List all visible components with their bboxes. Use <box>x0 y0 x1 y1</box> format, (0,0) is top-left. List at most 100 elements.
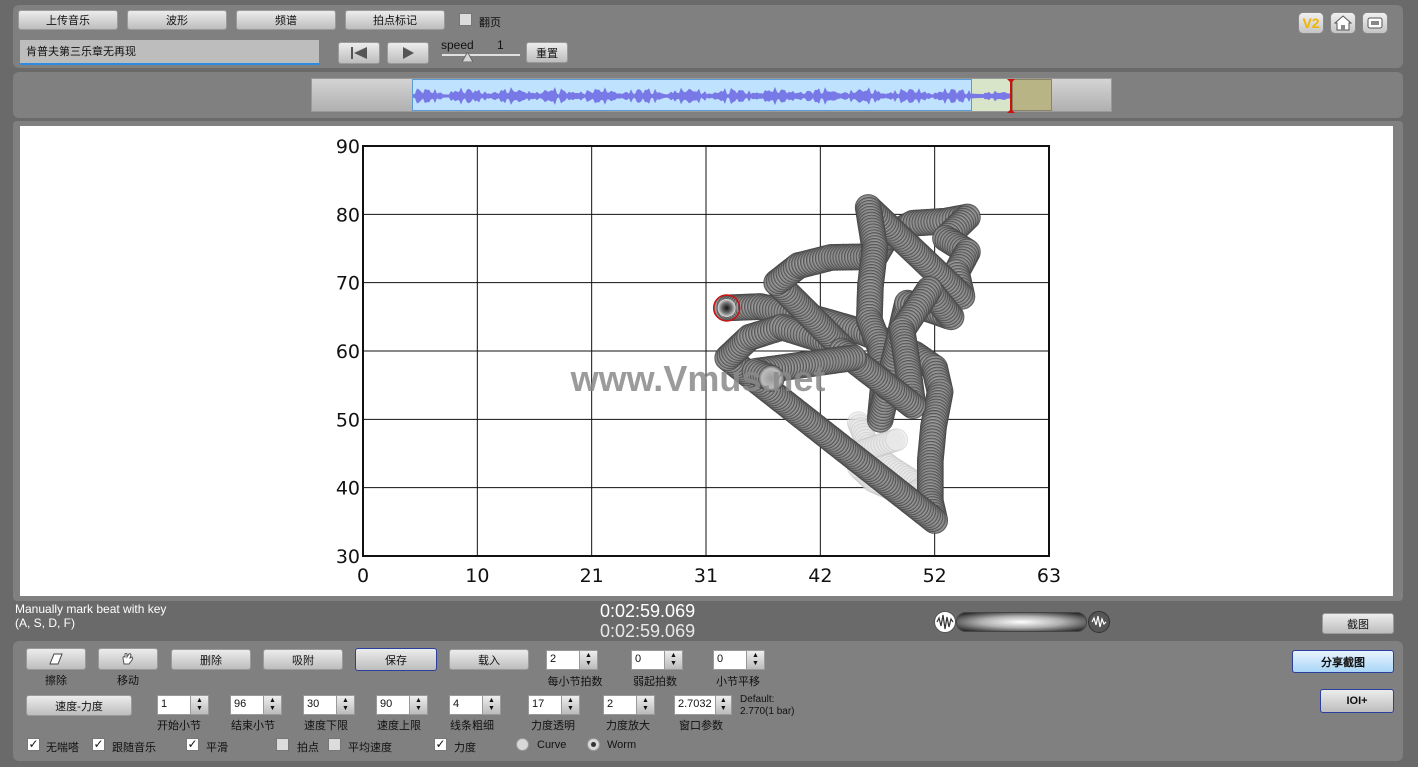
y-tick-label: 80 <box>336 204 360 226</box>
track-title-field[interactable]: 肯普夫第三乐章无再现 <box>20 40 319 65</box>
load-button[interactable]: 载入 <box>449 649 529 670</box>
wave-toggle-left[interactable] <box>934 611 956 633</box>
mode-select-button[interactable]: 速度-力度 <box>26 695 132 716</box>
dynamics-scale-stepper[interactable]: 2 ▲ ▼ <box>603 695 655 715</box>
previous-button[interactable] <box>338 42 380 64</box>
hint-line-2: (A, S, D, F) <box>15 616 75 630</box>
ioi-button[interactable]: IOI+ <box>1320 689 1394 713</box>
skip-back-icon <box>351 47 367 59</box>
fullscreen-button[interactable] <box>1362 12 1388 34</box>
noise-wave-icon <box>1091 615 1107 628</box>
tempo-dynamics-chart[interactable]: www.Vmus.net 0 10 21 31 42 52 63 90 80 70 60 50 40 30 <box>20 126 1393 596</box>
y-tick-label: 90 <box>336 136 360 158</box>
dynamics-scale-value[interactable]: 2 <box>603 695 637 715</box>
play-icon <box>403 47 414 59</box>
stepper-arrows-icon[interactable]: ▲ ▼ <box>637 695 655 715</box>
y-tick-label: 70 <box>336 273 360 295</box>
v2-label: V2 <box>1302 15 1320 31</box>
tempo-max-value[interactable]: 90 <box>376 695 410 715</box>
line-width-stepper[interactable]: 4 ▲ ▼ <box>449 695 501 715</box>
dynamics-fade-stepper[interactable]: 17 ▲ ▼ <box>528 695 580 715</box>
line-width-value[interactable]: 4 <box>449 695 483 715</box>
save-button[interactable]: 保存 <box>355 648 437 671</box>
speed-label: speed <box>441 38 474 52</box>
beats-per-bar-stepper[interactable]: 2 ▲ ▼ <box>546 650 598 670</box>
home-icon <box>1334 15 1352 31</box>
snap-button[interactable]: 吸附 <box>263 649 343 670</box>
chart-canvas[interactable]: www.Vmus.net 0 10 21 31 42 52 63 90 80 70 60 50 40 30 <box>20 126 1393 596</box>
avg-tempo-checkbox[interactable] <box>328 738 341 751</box>
wave-slider[interactable] <box>956 612 1087 632</box>
end-bar-stepper[interactable]: 96 ▲ ▼ <box>230 695 282 715</box>
no-breath-label: 无喘嗒 <box>46 742 79 754</box>
end-bar-value[interactable]: 96 <box>230 695 264 715</box>
stepper-arrows-icon[interactable]: ▲ ▼ <box>410 695 428 715</box>
watermark: www.Vmus.net <box>570 358 826 399</box>
tempo-min-stepper[interactable]: 30 ▲ ▼ <box>303 695 355 715</box>
screenshot-button[interactable]: 截图 <box>1322 613 1394 634</box>
dynamics-fade-label: 力度透明 <box>531 720 575 732</box>
waveform-button[interactable]: 波形 <box>127 10 227 30</box>
stepper-arrows-icon[interactable]: ▲ ▼ <box>562 695 580 715</box>
x-tick-label: 42 <box>808 565 832 587</box>
hand-icon <box>122 653 133 665</box>
stepper-arrows-icon[interactable]: ▲ ▼ <box>715 695 732 715</box>
move-button[interactable] <box>98 648 158 670</box>
window-param-value[interactable]: 2.7032 <box>674 695 716 715</box>
stepper-arrows-icon[interactable]: ▲ ▼ <box>580 650 598 670</box>
tempo-min-value[interactable]: 30 <box>303 695 337 715</box>
no-breath-checkbox[interactable]: ✓ <box>27 738 40 751</box>
beats-per-bar-value[interactable]: 2 <box>546 650 580 670</box>
curve-label: Curve <box>537 739 567 751</box>
start-bar-value[interactable]: 1 <box>157 695 191 715</box>
spectrum-button[interactable]: 频谱 <box>236 10 336 30</box>
window-param-stepper[interactable]: 2.7032 ▲ ▼ <box>674 695 732 715</box>
pickup-beats-value[interactable]: 0 <box>631 650 665 670</box>
waveform-overview[interactable] <box>311 78 1112 113</box>
x-tick-label: 31 <box>694 565 718 587</box>
pickup-beats-stepper[interactable]: 0 ▲ ▼ <box>631 650 683 670</box>
follow-music-checkbox[interactable]: ✓ <box>92 738 105 751</box>
smooth-checkbox[interactable]: ✓ <box>186 738 199 751</box>
stepper-arrows-icon[interactable]: ▲ ▼ <box>337 695 355 715</box>
beat-mark-button[interactable]: 拍点标记 <box>345 10 445 30</box>
tempo-max-stepper[interactable]: 90 ▲ ▼ <box>376 695 428 715</box>
wave-toggle-right[interactable] <box>1088 611 1110 633</box>
track-title-text: 肯普夫第三乐章无再现 <box>26 46 136 58</box>
y-tick-label: 60 <box>336 341 360 363</box>
follow-music-label: 跟随音乐 <box>112 742 156 754</box>
dynamics-fade-value[interactable]: 17 <box>528 695 562 715</box>
page-flip-label: 翻页 <box>479 17 501 29</box>
speed-value: 1 <box>497 38 504 52</box>
waveform-trace <box>413 79 1015 113</box>
speed-slider[interactable] <box>442 54 520 56</box>
move-label: 移动 <box>117 675 139 687</box>
upload-music-button[interactable]: 上传音乐 <box>18 10 118 30</box>
x-tick-label: 52 <box>923 565 947 587</box>
stepper-arrows-icon[interactable]: ▲ ▼ <box>483 695 501 715</box>
start-bar-stepper[interactable]: 1 ▲ ▼ <box>157 695 209 715</box>
speed-slider-thumb[interactable] <box>462 52 473 62</box>
stepper-arrows-icon[interactable]: ▲ ▼ <box>747 650 765 670</box>
home-button[interactable] <box>1330 12 1356 34</box>
avg-tempo-label: 平均速度 <box>348 742 392 754</box>
bar-shift-value[interactable]: 0 <box>713 650 747 670</box>
x-tick-label: 10 <box>465 565 489 587</box>
share-screenshot-button[interactable]: 分享截图 <box>1292 650 1394 673</box>
x-tick-label: 63 <box>1037 565 1061 587</box>
delete-button[interactable]: 删除 <box>171 649 251 670</box>
beat-point-checkbox[interactable] <box>276 738 289 751</box>
worm-radio[interactable] <box>587 738 600 751</box>
dynamics-checkbox[interactable]: ✓ <box>434 738 447 751</box>
start-bar-label: 开始小节 <box>157 720 201 732</box>
stepper-arrows-icon[interactable]: ▲ ▼ <box>191 695 209 715</box>
v2-button[interactable]: V2 <box>1298 12 1324 34</box>
erase-button[interactable] <box>26 648 86 670</box>
stepper-arrows-icon[interactable]: ▲ ▼ <box>264 695 282 715</box>
bar-shift-stepper[interactable]: 0 ▲ ▼ <box>713 650 765 670</box>
play-button[interactable] <box>387 42 429 64</box>
page-flip-checkbox[interactable] <box>459 13 472 26</box>
stepper-arrows-icon[interactable]: ▲ ▼ <box>665 650 683 670</box>
curve-radio[interactable] <box>516 738 529 751</box>
reset-button[interactable]: 重置 <box>526 42 568 63</box>
